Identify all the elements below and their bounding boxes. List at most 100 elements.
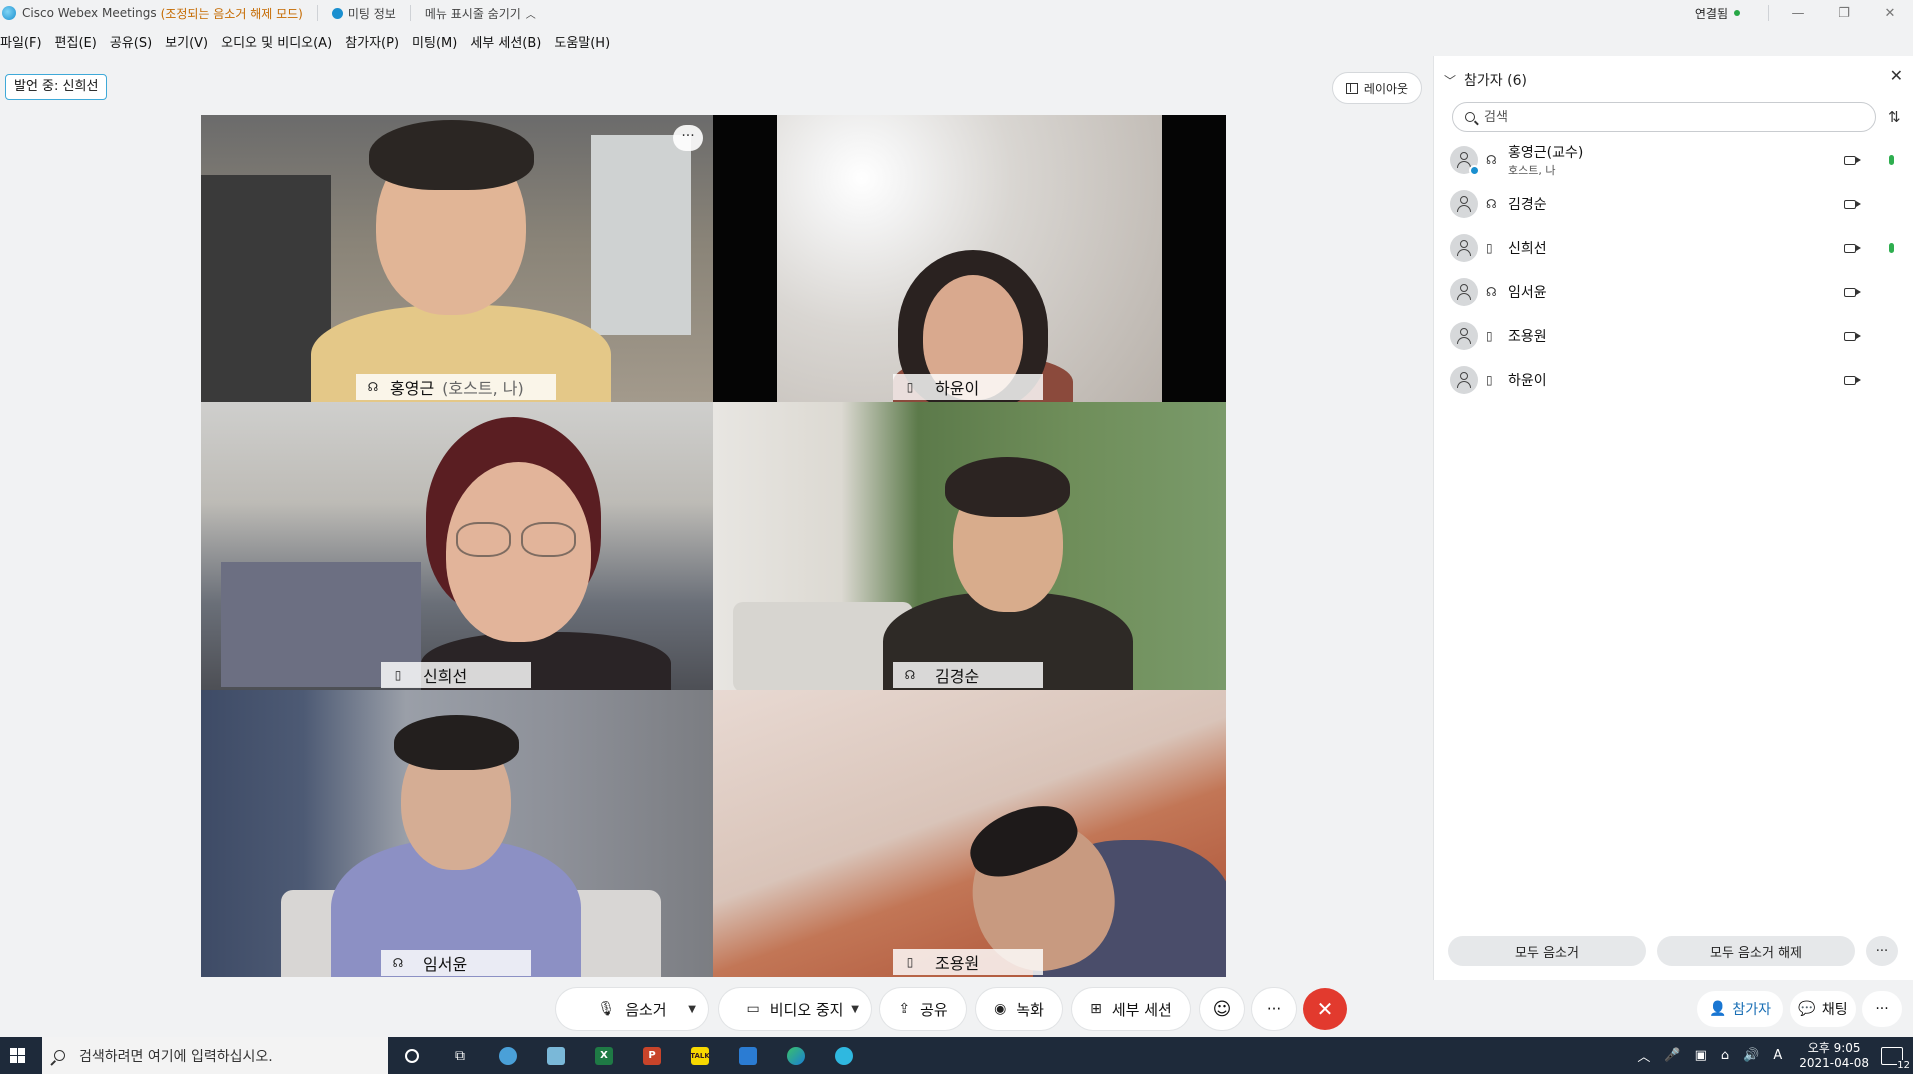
- chevron-down-icon[interactable]: ▼: [688, 1004, 696, 1015]
- video-tile[interactable]: ▯ 조용원: [713, 690, 1226, 977]
- more-icon: ···: [1875, 1001, 1889, 1017]
- video-tile[interactable]: ··· ☊ 홍영근 (호스트, 나): [201, 115, 713, 402]
- layout-grid-icon: [1345, 82, 1358, 94]
- chevron-up-icon: ︿: [525, 9, 536, 21]
- video-camera-icon[interactable]: [1844, 199, 1861, 209]
- notes-icon[interactable]: [532, 1037, 580, 1074]
- app-title: Cisco Webex Meetings: [22, 6, 157, 20]
- unmute-all-button[interactable]: 모두 음소거 해제: [1657, 936, 1855, 966]
- video-camera-icon[interactable]: [1844, 243, 1861, 253]
- phone-icon: ▯: [1486, 329, 1493, 343]
- windows-logo-icon: [9, 1048, 25, 1063]
- participants-toggle-button[interactable]: 👤 참가자: [1697, 991, 1783, 1027]
- video-tile[interactable]: ☊ 임서윤: [201, 690, 713, 977]
- network-icon[interactable]: ⌂: [1721, 1048, 1729, 1063]
- more-options-button[interactable]: ···: [1252, 988, 1296, 1030]
- video-tile[interactable]: ▯ 신희선: [201, 402, 713, 690]
- participant-row[interactable]: ☊ 임서윤: [1434, 270, 1913, 314]
- minimize-icon[interactable]: —: [1775, 6, 1821, 21]
- host-badge-icon: [1469, 165, 1480, 176]
- excel-icon[interactable]: X: [580, 1037, 628, 1074]
- chevron-up-icon[interactable]: ︿: [1637, 1046, 1650, 1065]
- video-camera-icon[interactable]: [1844, 287, 1861, 297]
- participant-row[interactable]: ▯ 신희선: [1434, 226, 1913, 270]
- layout-button[interactable]: 레이아웃: [1332, 72, 1422, 104]
- avatar: [1450, 278, 1478, 306]
- notification-icon[interactable]: 12: [1881, 1046, 1910, 1071]
- panel-options-button[interactable]: ···: [1862, 991, 1902, 1027]
- headset-icon: ☊: [1486, 285, 1497, 299]
- volume-icon[interactable]: 🔊: [1743, 1048, 1759, 1063]
- hair-shape: [369, 120, 534, 190]
- participant-row[interactable]: ☊ 김경순: [1434, 182, 1913, 226]
- video-camera-icon[interactable]: [1844, 375, 1861, 385]
- search-input[interactable]: [1484, 109, 1864, 125]
- share-button[interactable]: ⇪ 공유: [880, 988, 966, 1030]
- share-label: 공유: [920, 1000, 948, 1019]
- microphone-icon: 🎙: [597, 1001, 616, 1017]
- layout-label: 레이아웃: [1363, 81, 1409, 96]
- camera-icon[interactable]: ▣: [1695, 1048, 1707, 1063]
- breakout-session-button[interactable]: ⊞ 세부 세션: [1072, 988, 1190, 1030]
- close-icon[interactable]: ✕: [1890, 66, 1903, 85]
- tile-more-button[interactable]: ···: [673, 125, 703, 151]
- menu-audio-video[interactable]: 오디오 및 비디오(A): [221, 32, 332, 54]
- participant-row[interactable]: ▯ 하윤이: [1434, 358, 1913, 402]
- taskbar-search[interactable]: 검색하려면 여기에 입력하십시오.: [42, 1037, 388, 1074]
- panel-more-button[interactable]: ···: [1866, 936, 1898, 966]
- microphone-active-icon[interactable]: [1889, 243, 1894, 253]
- menu-breakout[interactable]: 세부 세션(B): [470, 32, 541, 54]
- webex-teams-icon[interactable]: [820, 1037, 868, 1074]
- outlook-icon[interactable]: [724, 1037, 772, 1074]
- start-button[interactable]: [0, 1037, 34, 1074]
- search-icon: [54, 1050, 65, 1061]
- mute-button[interactable]: 🎙 음소거 ▼: [556, 988, 708, 1030]
- menu-share[interactable]: 공유(S): [110, 32, 152, 54]
- participant-name: 임서윤: [1508, 285, 1547, 301]
- clock[interactable]: 오후 9:05 2021-04-08: [1799, 1041, 1869, 1071]
- video-camera-icon[interactable]: [1844, 155, 1861, 165]
- close-window-icon[interactable]: ✕: [1867, 6, 1913, 21]
- chat-button[interactable]: 💬 채팅: [1790, 991, 1856, 1027]
- meeting-info-button[interactable]: 미팅 정보: [331, 5, 396, 22]
- cortana-icon[interactable]: [388, 1037, 436, 1074]
- webex-icon[interactable]: [484, 1037, 532, 1074]
- video-camera-icon[interactable]: [1844, 331, 1861, 341]
- powerpoint-icon[interactable]: P: [628, 1037, 676, 1074]
- end-meeting-button[interactable]: ✕: [1303, 988, 1347, 1030]
- panel-header[interactable]: ﹀ 참가자 (6): [1444, 70, 1527, 90]
- edge-icon[interactable]: [772, 1037, 820, 1074]
- sort-icon[interactable]: ⇅: [1888, 108, 1901, 126]
- video-tile[interactable]: ▯ 하윤이: [713, 115, 1226, 402]
- video-tile[interactable]: ☊ 김경순: [713, 402, 1226, 690]
- task-view-icon[interactable]: ⧉: [436, 1037, 484, 1074]
- active-speaker-label: 발언 중: 신희선: [5, 74, 108, 100]
- mute-all-button[interactable]: 모두 음소거: [1448, 936, 1646, 966]
- participant-row[interactable]: ☊ 홍영근(교수) 호스트, 나: [1434, 138, 1913, 182]
- restore-icon[interactable]: ❐: [1821, 6, 1867, 21]
- divider: [316, 5, 318, 21]
- record-button[interactable]: ◉ 녹화: [976, 988, 1062, 1030]
- tile-name: 신희선: [423, 667, 468, 686]
- tile-nameplate: ☊ 임서윤: [381, 950, 531, 976]
- chevron-down-icon[interactable]: ▼: [851, 1004, 859, 1015]
- kakaotalk-icon[interactable]: TALK: [676, 1037, 724, 1074]
- stop-video-button[interactable]: ▭ 비디오 중지 ▼: [719, 988, 871, 1030]
- headset-icon: ☊: [904, 668, 916, 682]
- menu-help[interactable]: 도움말(H): [554, 32, 610, 54]
- menu-view[interactable]: 보기(V): [165, 32, 208, 54]
- menu-file[interactable]: 파일(F): [0, 32, 42, 54]
- participant-row[interactable]: ▯ 조용원: [1434, 314, 1913, 358]
- reactions-button[interactable]: ☺: [1200, 988, 1244, 1030]
- tile-name: 임서윤: [423, 955, 468, 974]
- ime-indicator[interactable]: A: [1773, 1048, 1782, 1063]
- menu-meeting[interactable]: 미팅(M): [412, 32, 457, 54]
- microphone-icon[interactable]: 🎤: [1664, 1048, 1680, 1063]
- hide-menu-button[interactable]: 메뉴 표시줄 숨기기 ︿: [425, 5, 536, 22]
- participant-search[interactable]: [1452, 102, 1876, 132]
- menu-edit[interactable]: 편집(E): [55, 32, 97, 54]
- participant-name: 김경순: [1508, 197, 1547, 213]
- microphone-active-icon[interactable]: [1889, 155, 1894, 165]
- menu-participant[interactable]: 참가자(P): [345, 32, 399, 54]
- notification-count: 12: [1897, 1059, 1910, 1071]
